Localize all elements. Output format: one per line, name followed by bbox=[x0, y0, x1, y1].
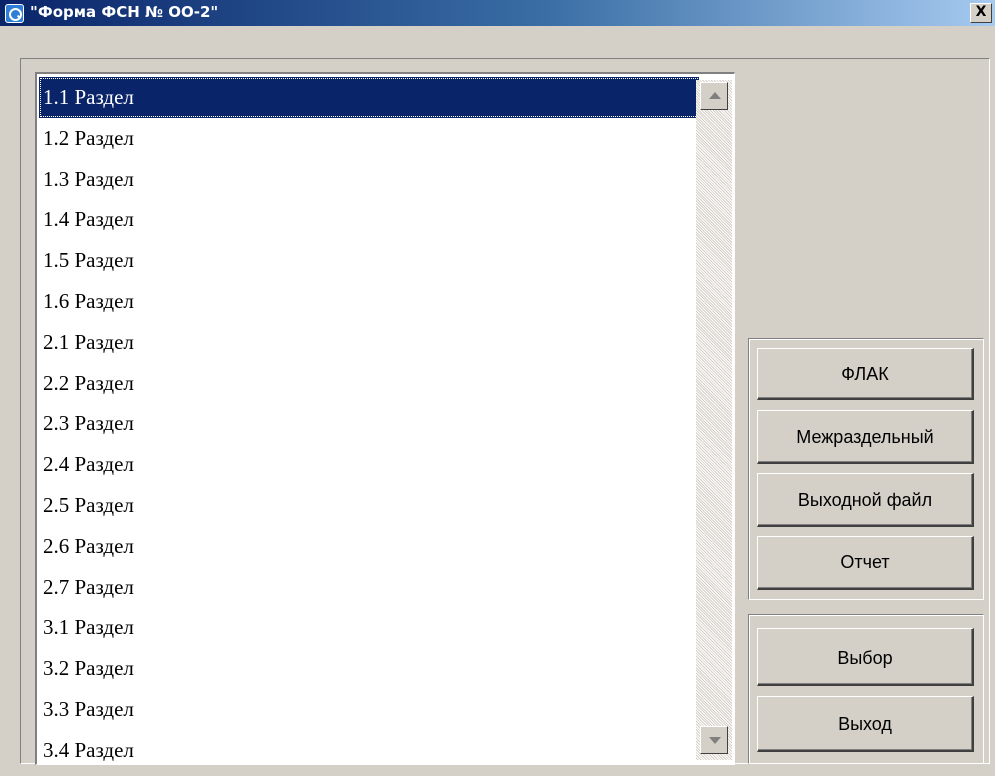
list-item[interactable]: 2.6 Раздел bbox=[39, 526, 699, 567]
list-item[interactable]: 1.6 Раздел bbox=[39, 281, 699, 322]
flak-button[interactable]: ФЛАК bbox=[757, 348, 974, 400]
list-item[interactable]: 2.5 Раздел bbox=[39, 485, 699, 526]
app-logo-icon[interactable] bbox=[5, 4, 24, 23]
list-item[interactable]: 1.3 Раздел bbox=[39, 159, 699, 200]
list-item[interactable]: 1.1 Раздел bbox=[39, 77, 699, 118]
list-item[interactable]: 1.2 Раздел bbox=[39, 118, 699, 159]
list-item[interactable]: 2.7 Раздел bbox=[39, 567, 699, 608]
list-item[interactable]: 2.2 Раздел bbox=[39, 363, 699, 404]
close-icon: X bbox=[975, 4, 987, 20]
arrow-up-icon bbox=[709, 92, 721, 99]
list-item[interactable]: 1.4 Раздел bbox=[39, 199, 699, 240]
list-item[interactable]: 1.5 Раздел bbox=[39, 240, 699, 281]
list-item[interactable]: 3.1 Раздел bbox=[39, 607, 699, 648]
scroll-down-button[interactable] bbox=[700, 726, 728, 754]
sections-list[interactable]: 1.1 Раздел 1.2 Раздел 1.3 Раздел 1.4 Раз… bbox=[35, 72, 735, 765]
arrow-down-icon bbox=[709, 737, 721, 744]
title-bar[interactable]: "Форма ФСН № ОО-2" X bbox=[0, 0, 995, 26]
window: "Форма ФСН № ОО-2" X 1.1 Раздел 1.2 Разд… bbox=[0, 0, 995, 776]
output-file-button[interactable]: Выходной файл bbox=[757, 473, 974, 527]
window-title: "Форма ФСН № ОО-2" bbox=[30, 3, 219, 21]
select-button[interactable]: Выбор bbox=[757, 628, 974, 686]
list-item[interactable]: 2.3 Раздел bbox=[39, 403, 699, 444]
close-button[interactable]: X bbox=[970, 3, 992, 23]
list-item[interactable]: 2.4 Раздел bbox=[39, 444, 699, 485]
list-item[interactable]: 3.4 Раздел bbox=[39, 730, 699, 764]
list-item[interactable]: 2.1 Раздел bbox=[39, 322, 699, 363]
mezhrazdelny-button[interactable]: Межраздельный bbox=[757, 410, 974, 464]
exit-button[interactable]: Выход bbox=[757, 696, 974, 752]
list-item[interactable]: 3.3 Раздел bbox=[39, 689, 699, 730]
vertical-scrollbar[interactable] bbox=[696, 80, 732, 760]
scroll-up-button[interactable] bbox=[700, 82, 728, 110]
list-item[interactable]: 3.2 Раздел bbox=[39, 648, 699, 689]
report-button[interactable]: Отчет bbox=[757, 536, 974, 590]
